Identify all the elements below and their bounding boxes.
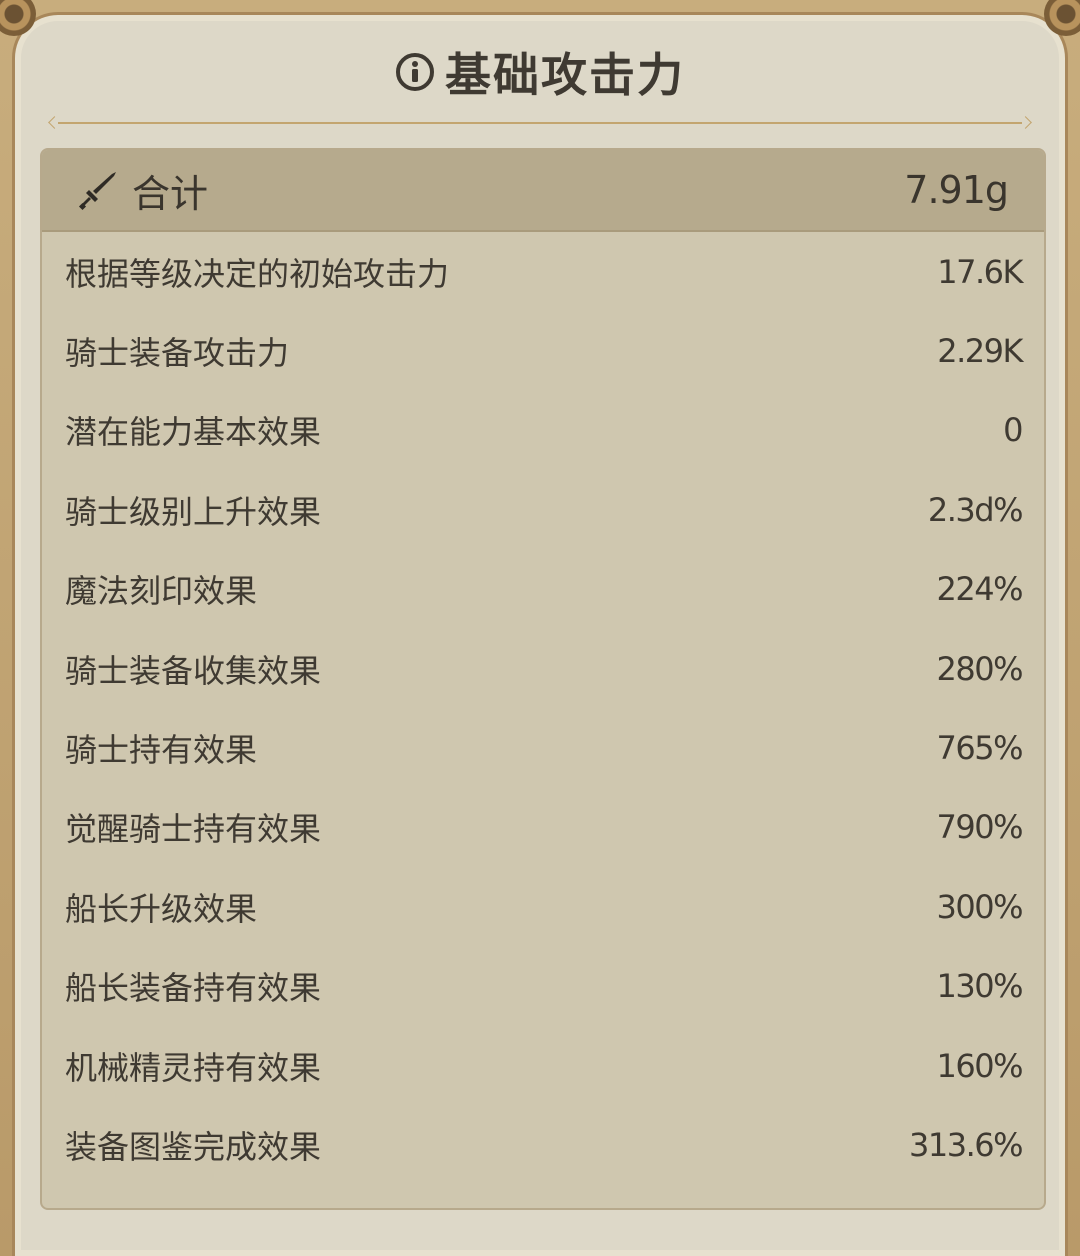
list-item: 船长升级效果 300% [42,867,1044,946]
list-item: 船长装备持有效果 130% [42,947,1044,1026]
stat-value: 790% [936,808,1024,847]
info-icon[interactable] [395,52,435,92]
list-item: 骑士级别上升效果 2.3d% [42,470,1044,549]
stat-value: 0 [1003,411,1023,450]
stat-label: 骑士装备攻击力 [65,334,290,373]
stat-label: 骑士装备收集效果 [65,651,322,690]
stat-value: 130% [936,967,1024,1006]
stat-list: 根据等级决定的初始攻击力 17.6K 骑士装备攻击力 2.29K 潜在能力基本效… [42,232,1044,1185]
list-item: 根据等级决定的初始攻击力 17.6K [42,232,1044,311]
total-row: 合计 7.91g [42,150,1044,232]
stat-label: 船长装备持有效果 [65,969,322,1008]
stat-value: 313.6% [908,1125,1024,1164]
list-item: 机械精灵持有效果 160% [42,1026,1044,1105]
stat-value: 17.6K [937,252,1023,291]
list-item: 骑士装备攻击力 2.29K [42,311,1044,390]
list-item: 潜在能力基本效果 0 [42,391,1044,470]
stat-value: 2.3d% [927,490,1024,529]
stat-value: 300% [936,887,1024,926]
total-value: 7.91g [904,168,1009,212]
stat-label: 机械精灵持有效果 [65,1048,322,1087]
sword-icon [76,168,120,212]
list-item: 魔法刻印效果 224% [42,550,1044,629]
stat-value: 765% [936,729,1024,768]
list-item: 骑士持有效果 765% [42,708,1044,787]
stat-label: 船长升级效果 [65,889,258,928]
stat-value: 224% [936,570,1024,609]
stat-label: 骑士级别上升效果 [65,492,322,531]
page-title: 基础攻击力 [445,48,685,102]
list-item: 觉醒骑士持有效果 790% [42,788,1044,867]
stat-label: 觉醒骑士持有效果 [65,810,322,849]
stat-value: 160% [936,1046,1024,1085]
stat-label: 骑士持有效果 [65,731,258,770]
list-item: 装备图鉴完成效果 313.6% [42,1105,1044,1184]
total-label: 合计 [132,171,209,216]
stat-label: 装备图鉴完成效果 [65,1127,322,1166]
stat-label: 根据等级决定的初始攻击力 [65,254,450,293]
stat-label: 魔法刻印效果 [65,572,258,611]
stat-value: 280% [936,649,1024,688]
header-divider [48,116,1032,129]
list-item: 骑士装备收集效果 280% [42,629,1044,708]
stat-value: 2.29K [937,332,1023,371]
attack-breakdown-panel: 合计 7.91g 根据等级决定的初始攻击力 17.6K 骑士装备攻击力 2.29… [40,148,1046,1210]
dialog-header: 基础攻击力 [0,40,1080,104]
stat-label: 潜在能力基本效果 [65,413,322,452]
